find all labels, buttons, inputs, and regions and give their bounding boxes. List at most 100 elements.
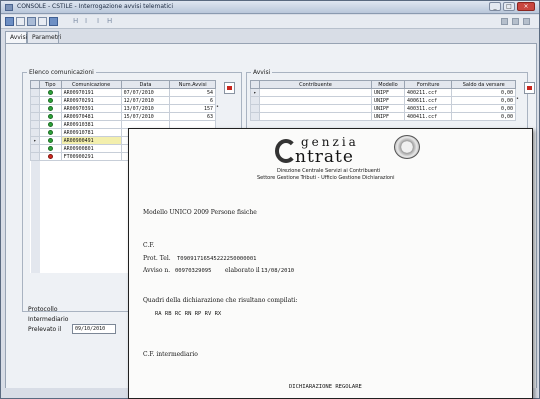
data-cell: 15/07/2010 — [120, 112, 171, 121]
col-forniture[interactable]: Forniture — [404, 80, 453, 89]
maximize-button[interactable]: □ — [503, 2, 515, 11]
empty-cell — [30, 192, 40, 201]
status-icon — [39, 144, 62, 153]
status-icon — [39, 152, 62, 161]
contribuente-cell — [259, 88, 372, 97]
save-icon[interactable] — [27, 17, 36, 26]
pdf-export-comunicazioni-icon[interactable] — [224, 82, 235, 94]
tab-parametri[interactable]: Parametri — [27, 31, 61, 43]
col-num-avvisi[interactable]: Num.Avvisi — [169, 80, 216, 89]
empty-cell — [30, 256, 40, 265]
table-row[interactable]: AR00970291 12/07/2010 6 — [30, 96, 216, 105]
window-title: CONSOLE - CSTILE - Interrogazione avvisi… — [17, 3, 174, 10]
row-indicator — [250, 104, 260, 113]
close-button[interactable]: × — [517, 2, 535, 11]
green-status-icon — [47, 121, 53, 127]
prev-record-button[interactable]: I — [85, 17, 87, 25]
new-icon[interactable] — [5, 17, 14, 26]
first-record-button[interactable]: H — [73, 17, 78, 25]
col-tipo[interactable]: Tipo — [39, 80, 62, 89]
table-row[interactable]: ▸ UNIPF 400211.ccf 0,00 — [250, 88, 516, 97]
elaborato-label: elaborato il — [225, 267, 260, 274]
empty-cell — [40, 185, 62, 193]
red-status-icon — [47, 153, 53, 159]
protocollo-label: Protocollo — [28, 306, 58, 313]
data-cell: 07/07/2010 — [120, 88, 171, 97]
avviso-label: Avviso n. — [143, 267, 171, 274]
empty-cell — [40, 169, 62, 177]
table-row[interactable]: AR00970191 07/07/2010 54 — [30, 88, 216, 97]
empty-cell — [40, 225, 62, 233]
tab-avvisi[interactable]: Avvisi — [5, 31, 27, 43]
empty-cell — [61, 169, 121, 177]
logo-sub1: Direzione Centrale Servizi ai Contribuen… — [277, 168, 381, 174]
modello-line: Modello UNICO 2009 Persone fisiche — [143, 209, 257, 216]
empty-cell — [40, 257, 62, 265]
next-record-button[interactable]: I — [97, 17, 99, 25]
cf-label: C.F. — [143, 242, 155, 249]
empty-cell — [61, 185, 121, 193]
data-cell: 13/07/2010 — [120, 104, 171, 113]
settings-icon[interactable] — [512, 18, 519, 25]
empty-cell — [61, 225, 121, 233]
last-record-button[interactable]: H — [107, 17, 112, 25]
window-controls: _ □ × — [489, 2, 535, 11]
empty-cell — [40, 241, 62, 249]
forniture-cell: 400411.ccf — [404, 112, 453, 121]
col-data[interactable]: Data — [120, 80, 171, 89]
table-row[interactable]: UNIPF 400411.ccf 0,00 — [250, 112, 516, 121]
open-icon[interactable] — [16, 17, 25, 26]
green-status-icon — [47, 137, 53, 143]
dichiarazione-label: DICHIARAZIONE REGOLARE — [289, 384, 362, 390]
saldo-cell: 0,00 — [451, 88, 516, 97]
table-row[interactable]: AR00970481 15/07/2010 63 — [30, 112, 216, 121]
status-icon — [39, 120, 62, 129]
forniture-cell: 400611.ccf — [404, 96, 453, 105]
status-icon — [39, 104, 62, 113]
cf-intermediario-label: C.F. intermediario — [143, 351, 198, 358]
prelevato-date-field[interactable]: 09/10/2010 — [72, 324, 116, 334]
table-row[interactable]: UNIPF 400611.ccf 0,00 — [250, 96, 516, 105]
row-indicator — [250, 96, 260, 105]
minimize-button[interactable]: _ — [489, 2, 501, 11]
table-row[interactable]: AR00970391 13/07/2010 157 — [30, 104, 216, 113]
saldo-cell: 0,00 — [451, 104, 516, 113]
republic-emblem-icon — [394, 135, 420, 159]
print-icon[interactable] — [38, 17, 47, 26]
col-contribuente[interactable]: Contribuente — [259, 80, 372, 89]
tools-icon[interactable] — [501, 18, 508, 25]
num-avvisi-cell: 54 — [169, 88, 216, 97]
table-row[interactable]: UNIPF 400311.ccf 0,00 — [250, 104, 516, 113]
empty-cell — [30, 168, 40, 177]
num-avvisi-cell: 6 — [169, 96, 216, 105]
empty-cell — [40, 193, 62, 201]
empty-cell — [61, 265, 121, 273]
prelevato-label: Prelevato il — [28, 326, 62, 333]
col-comunicazione[interactable]: Comunicazione — [60, 80, 122, 89]
comunicazione-cell: AR00910781 — [60, 128, 122, 137]
row-indicator — [250, 112, 260, 121]
data-cell: 12/07/2010 — [120, 96, 171, 105]
row-indicator — [30, 152, 40, 161]
col-saldo[interactable]: Saldo da versare — [451, 80, 516, 89]
pdf-export-avvisi-icon[interactable] — [524, 82, 535, 94]
empty-cell — [61, 257, 121, 265]
green-status-icon — [47, 145, 53, 151]
row-indicator — [30, 96, 40, 105]
avvisi-header-row: Contribuente Modello Forniture Saldo da … — [250, 80, 516, 89]
contribuente-cell — [259, 96, 372, 105]
empty-cell — [30, 248, 40, 257]
empty-cell — [30, 200, 40, 209]
modello-cell: UNIPF — [370, 104, 406, 113]
status-icon — [39, 96, 62, 105]
empty-cell — [61, 193, 121, 201]
help-icon[interactable] — [523, 18, 530, 25]
empty-cell — [30, 240, 40, 249]
empty-cell — [61, 201, 121, 209]
empty-cell — [30, 160, 40, 169]
empty-cell — [61, 217, 121, 225]
refresh-icon[interactable] — [49, 17, 58, 26]
empty-cell — [40, 209, 62, 217]
col-modello[interactable]: Modello — [370, 80, 406, 89]
comunicazione-cell: AR00910381 — [60, 120, 122, 129]
